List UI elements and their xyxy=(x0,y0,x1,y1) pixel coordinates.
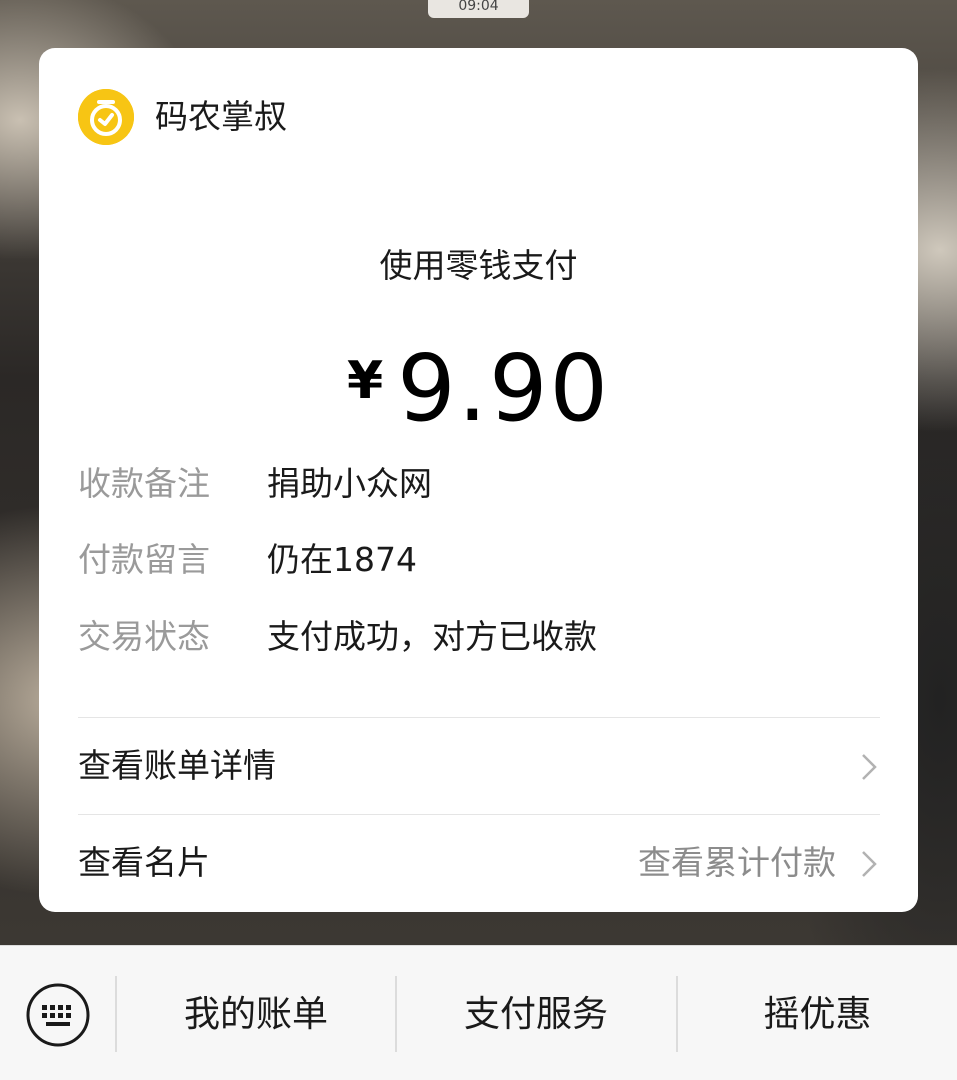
detail-row-status: 交易状态 支付成功，对方已收款 xyxy=(78,615,597,659)
detail-row-remark: 收款备注 捐助小众网 xyxy=(78,462,432,506)
merchant-name: 码农掌叔 xyxy=(155,97,287,136)
tab-payment-services[interactable]: 支付服务 xyxy=(397,991,675,1039)
payment-amount: ¥9.90 xyxy=(39,331,918,465)
view-bill-details-link[interactable]: 查看账单详情 xyxy=(78,718,880,814)
tab-shake-offers[interactable]: 摇优惠 xyxy=(678,991,957,1039)
detail-row-message: 付款留言 仍在1874 xyxy=(78,538,417,582)
detail-value: 捐助小众网 xyxy=(267,464,432,503)
currency-symbol: ¥ xyxy=(346,351,384,411)
tab-my-bills[interactable]: 我的账单 xyxy=(117,991,395,1039)
merchant-clock-logo-icon xyxy=(78,89,134,145)
view-cumulative-payment-link[interactable]: 查看累计付款 xyxy=(638,841,836,885)
detail-value: 仍在1874 xyxy=(267,540,417,579)
detail-value: 支付成功，对方已收款 xyxy=(267,617,597,656)
view-card-label: 查看名片 xyxy=(78,843,210,882)
detail-key: 交易状态 xyxy=(78,617,210,656)
chevron-right-icon xyxy=(862,851,877,877)
view-card-link[interactable]: 查看名片 查看累计付款 xyxy=(78,815,880,911)
amount-value: 9.90 xyxy=(397,335,611,442)
status-time: 09:04 xyxy=(428,0,529,18)
payment-method: 使用零钱支付 xyxy=(379,246,578,285)
bottom-menu-bar: 我的账单 支付服务 摇优惠 xyxy=(0,945,957,1080)
payment-result-card: 码农掌叔 使用零钱支付 ¥9.90 收款备注 捐助小众网 付款留言 仍在1874 交… xyxy=(39,48,918,912)
view-bill-details-label: 查看账单详情 xyxy=(78,746,276,785)
keyboard-icon[interactable] xyxy=(25,982,91,1048)
chevron-right-icon xyxy=(862,754,877,780)
detail-key: 收款备注 xyxy=(78,464,210,503)
detail-key: 付款留言 xyxy=(78,540,210,579)
